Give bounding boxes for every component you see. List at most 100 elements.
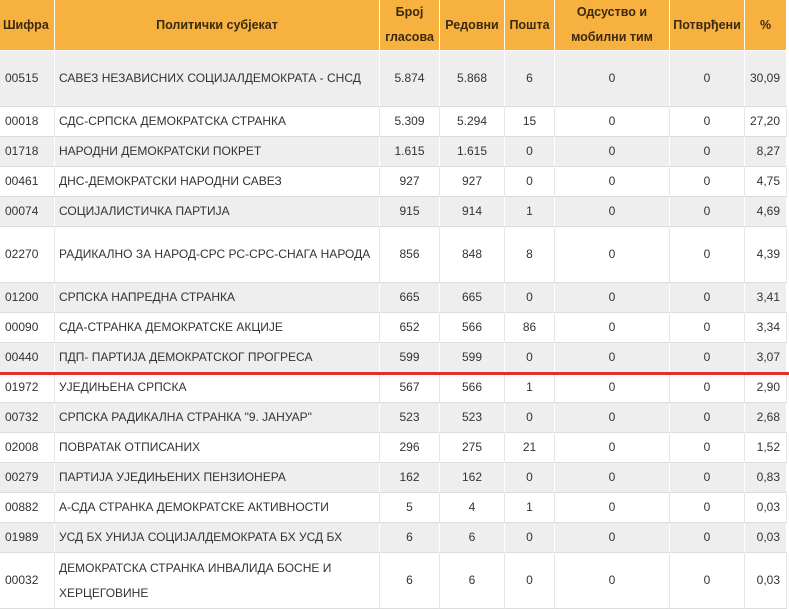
cell-votes: 162 xyxy=(380,463,440,493)
cell-mail: 15 xyxy=(505,107,555,137)
header-percent: % xyxy=(745,0,787,51)
cell-absent: 0 xyxy=(555,283,670,313)
cell-code: 00515 xyxy=(0,51,55,107)
cell-regular: 5.294 xyxy=(440,107,505,137)
cell-confirmed: 0 xyxy=(670,553,745,609)
cell-regular: 566 xyxy=(440,373,505,403)
cell-votes: 296 xyxy=(380,433,440,463)
results-table: Шифра Политички субјекат Број гласова Ре… xyxy=(0,0,787,609)
cell-code: 01989 xyxy=(0,523,55,553)
cell-mail: 1 xyxy=(505,493,555,523)
cell-regular: 162 xyxy=(440,463,505,493)
table-row: 00515 САВЕЗ НЕЗАВИСНИХ СОЦИЈАЛДЕМОКРАТА -… xyxy=(0,51,787,107)
cell-confirmed: 0 xyxy=(670,523,745,553)
cell-name: СДА-СТРАНКА ДЕМОКРАТСКЕ АКЦИЈЕ xyxy=(55,313,380,343)
cell-regular: 6 xyxy=(440,553,505,609)
cell-percent: 27,20 xyxy=(745,107,787,137)
cell-absent: 0 xyxy=(555,343,670,373)
cell-code: 00074 xyxy=(0,197,55,227)
header-confirmed: Потврђени xyxy=(670,0,745,51)
cell-percent: 4,39 xyxy=(745,227,787,283)
cell-code: 00279 xyxy=(0,463,55,493)
cell-mail: 0 xyxy=(505,137,555,167)
cell-votes: 927 xyxy=(380,167,440,197)
cell-mail: 0 xyxy=(505,463,555,493)
cell-absent: 0 xyxy=(555,403,670,433)
cell-code: 01718 xyxy=(0,137,55,167)
cell-confirmed: 0 xyxy=(670,137,745,167)
cell-regular: 523 xyxy=(440,403,505,433)
cell-percent: 3,41 xyxy=(745,283,787,313)
cell-code: 02008 xyxy=(0,433,55,463)
cell-percent: 30,09 xyxy=(745,51,787,107)
cell-confirmed: 0 xyxy=(670,107,745,137)
cell-mail: 8 xyxy=(505,227,555,283)
cell-name: УЈЕДИЊЕНА СРПСКА xyxy=(55,373,380,403)
cell-confirmed: 0 xyxy=(670,167,745,197)
cell-regular: 599 xyxy=(440,343,505,373)
header-code: Шифра xyxy=(0,0,55,51)
cell-code: 00032 xyxy=(0,553,55,609)
cell-absent: 0 xyxy=(555,313,670,343)
cell-code: 00732 xyxy=(0,403,55,433)
cell-code: 00090 xyxy=(0,313,55,343)
cell-confirmed: 0 xyxy=(670,227,745,283)
cell-votes: 5 xyxy=(380,493,440,523)
table-row: 00074 СОЦИЈАЛИСТИЧКА ПАРТИЈА 915 914 1 0 0 4,69 xyxy=(0,197,787,227)
table-row: 00018 СДС-СРПСКА ДЕМОКРАТСКА СТРАНКА 5.309… xyxy=(0,107,787,137)
cell-votes: 652 xyxy=(380,313,440,343)
header-regular: Редовни xyxy=(440,0,505,51)
cell-confirmed: 0 xyxy=(670,313,745,343)
cell-confirmed: 0 xyxy=(670,403,745,433)
cell-regular: 6 xyxy=(440,523,505,553)
cell-regular: 5.868 xyxy=(440,51,505,107)
cell-confirmed: 0 xyxy=(670,493,745,523)
cell-votes: 1.615 xyxy=(380,137,440,167)
cell-name: САВЕЗ НЕЗАВИСНИХ СОЦИЈАЛДЕМОКРАТА - СНСД xyxy=(55,51,380,107)
cell-mail: 0 xyxy=(505,523,555,553)
cell-percent: 2,90 xyxy=(745,373,787,403)
cell-code: 00018 xyxy=(0,107,55,137)
header-votes: Број гласова xyxy=(380,0,440,51)
cell-name: СОЦИЈАЛИСТИЧКА ПАРТИЈА xyxy=(55,197,380,227)
cell-mail: 86 xyxy=(505,313,555,343)
cell-regular: 848 xyxy=(440,227,505,283)
cell-mail: 6 xyxy=(505,51,555,107)
cell-confirmed: 0 xyxy=(670,433,745,463)
cell-percent: 2,68 xyxy=(745,403,787,433)
table-row: 00279 ПАРТИЈА УЈЕДИЊЕНИХ ПЕНЗИОНЕРА 162 162… xyxy=(0,463,787,493)
cell-mail: 1 xyxy=(505,373,555,403)
cell-absent: 0 xyxy=(555,523,670,553)
cell-name: А-СДА СТРАНКА ДЕМОКРАТСКЕ АКТИВНОСТИ xyxy=(55,493,380,523)
table-row: 01989 УСД БХ УНИЈА СОЦИЈАЛДЕМОКРАТА БХ УС… xyxy=(0,523,787,553)
cell-absent: 0 xyxy=(555,167,670,197)
cell-votes: 599 xyxy=(380,343,440,373)
table-row: 01972 УЈЕДИЊЕНА СРПСКА 567 566 1 0 0 2,90 xyxy=(0,373,787,403)
cell-votes: 915 xyxy=(380,197,440,227)
cell-name: НАРОДНИ ДЕМОКРАТСКИ ПОКРЕТ xyxy=(55,137,380,167)
cell-regular: 665 xyxy=(440,283,505,313)
cell-name: ДНС-ДЕМОКРАТСКИ НАРОДНИ САВЕЗ xyxy=(55,167,380,197)
cell-confirmed: 0 xyxy=(670,51,745,107)
cell-percent: 1,52 xyxy=(745,433,787,463)
table-row: 00461 ДНС-ДЕМОКРАТСКИ НАРОДНИ САВЕЗ 927 927… xyxy=(0,167,787,197)
cell-votes: 5.309 xyxy=(380,107,440,137)
cell-absent: 0 xyxy=(555,493,670,523)
cell-code: 02270 xyxy=(0,227,55,283)
cell-votes: 6 xyxy=(380,523,440,553)
cell-percent: 4,75 xyxy=(745,167,787,197)
cell-percent: 3,34 xyxy=(745,313,787,343)
cell-name: ПАРТИЈА УЈЕДИЊЕНИХ ПЕНЗИОНЕРА xyxy=(55,463,380,493)
header-absent: Одсуство и мобилни тим xyxy=(555,0,670,51)
header-mail: Пошта xyxy=(505,0,555,51)
cell-percent: 0,03 xyxy=(745,553,787,609)
cell-name: УСД БХ УНИЈА СОЦИЈАЛДЕМОКРАТА БХ УСД БХ xyxy=(55,523,380,553)
table-row: 01718 НАРОДНИ ДЕМОКРАТСКИ ПОКРЕТ 1.615 1.61… xyxy=(0,137,787,167)
cell-code: 00440 xyxy=(0,343,55,373)
cell-name: СДС-СРПСКА ДЕМОКРАТСКА СТРАНКА xyxy=(55,107,380,137)
cell-votes: 5.874 xyxy=(380,51,440,107)
cell-absent: 0 xyxy=(555,227,670,283)
cell-mail: 0 xyxy=(505,553,555,609)
table-row: 00032 ДЕМОКРАТСКА СТРАНКА ИНВАЛИДА БОСНЕ … xyxy=(0,553,787,609)
cell-votes: 6 xyxy=(380,553,440,609)
